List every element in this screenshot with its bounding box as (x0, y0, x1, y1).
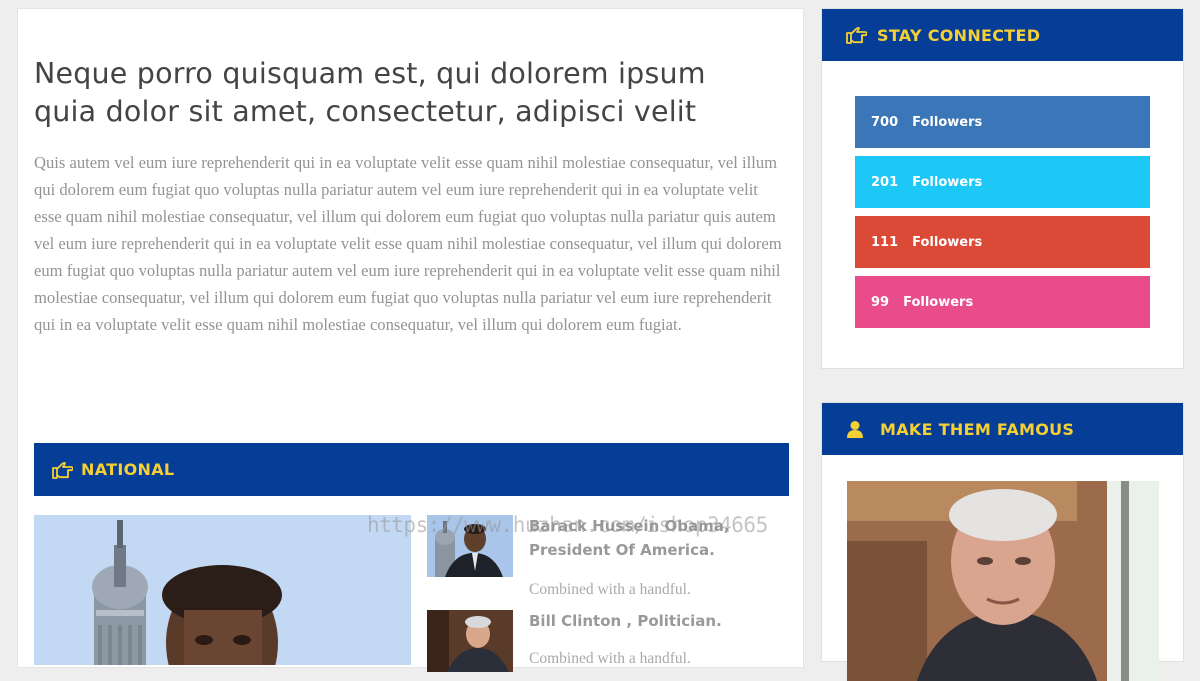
news-title[interactable]: Bill Clinton , Politician. (529, 609, 799, 633)
followers-label: Followers (912, 234, 983, 250)
national-title: NATIONAL (81, 460, 175, 479)
make-them-famous-title: MAKE THEM FAMOUS (880, 419, 1075, 439)
followers-button-facebook[interactable]: 700 Followers (855, 96, 1150, 148)
feature-image-obama[interactable] (34, 515, 411, 665)
followers-label: Followers (912, 114, 983, 130)
make-them-famous-widget: MAKE THEM FAMOUS (821, 402, 1184, 681)
followers-button-google-plus[interactable]: 111 Followers (855, 216, 1150, 268)
stay-connected-title: STAY CONNECTED (877, 25, 1041, 45)
news-description: Combined with a handful. (529, 650, 691, 667)
followers-count: 700 (871, 114, 899, 130)
make-them-famous-header: MAKE THEM FAMOUS (822, 403, 1183, 455)
stay-connected-widget: STAY CONNECTED 700 Followers 201 Followe… (821, 8, 1184, 369)
user-icon (846, 420, 864, 438)
followers-count: 111 (871, 234, 899, 250)
stay-connected-header: STAY CONNECTED (822, 9, 1183, 61)
news-description: Combined with a handful. (529, 581, 691, 598)
followers-label: Followers (912, 174, 983, 190)
featured-portrait-image[interactable] (847, 481, 1159, 681)
followers-button-dribbble[interactable]: 99 Followers (855, 276, 1150, 328)
watermark-text: https://www.huzhan.com/ishop34665 (367, 513, 768, 537)
pointing-hand-icon (51, 461, 73, 479)
article-title[interactable]: Neque porro quisquam est, qui dolorem ip… (34, 55, 774, 131)
article-body: Quis autem vel eum iure reprehenderit qu… (34, 153, 782, 334)
followers-label: Followers (903, 294, 974, 310)
national-section-header: NATIONAL (34, 443, 789, 496)
main-content-card: Neque porro quisquam est, qui dolorem ip… (17, 8, 804, 672)
news-thumbnail[interactable] (427, 610, 513, 672)
followers-button-twitter[interactable]: 201 Followers (855, 156, 1150, 208)
pointing-hand-icon (845, 26, 867, 44)
followers-count: 201 (871, 174, 899, 190)
followers-count: 99 (871, 294, 890, 310)
